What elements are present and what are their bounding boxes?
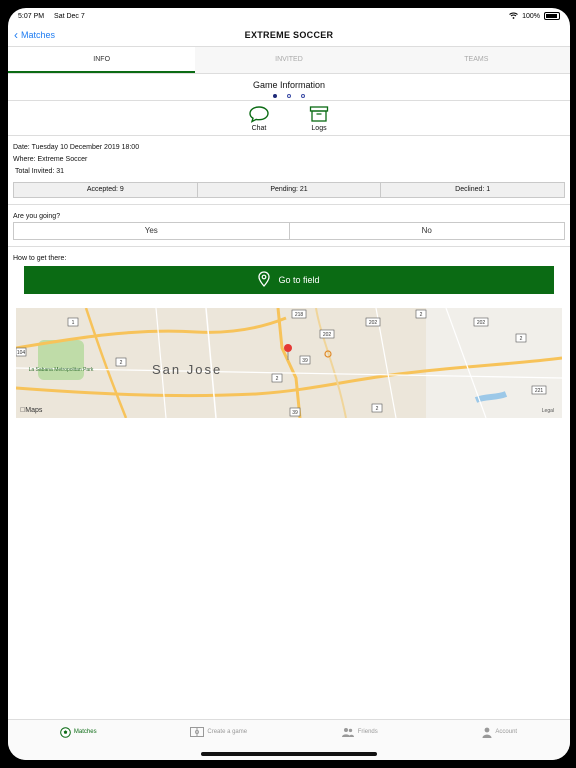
chat-bubble-icon (248, 105, 270, 125)
legal-link[interactable]: Legal (542, 408, 554, 414)
tabbar-matches-label: Matches (73, 729, 97, 735)
soccer-ball-icon (60, 727, 71, 740)
route-shield: 1 (72, 320, 75, 326)
date-label: Date: (13, 144, 30, 151)
battery-percent: 100% (522, 12, 540, 20)
route-shield: 39 (292, 410, 298, 416)
route-shield: 202 (369, 320, 378, 326)
no-button[interactable]: No (290, 223, 565, 239)
park-label: La Sabana Metropolitan Park (29, 367, 94, 373)
yes-button[interactable]: Yes (14, 223, 290, 239)
route-shield: 202 (477, 320, 486, 326)
directions-label: How to get there: (13, 255, 67, 262)
page-indicator[interactable] (8, 94, 570, 98)
route-shield: 221 (535, 388, 544, 394)
segment-tabs: INFO INVITED TEAMS (8, 47, 570, 74)
tab-teams[interactable]: TEAMS (383, 47, 570, 73)
logs-button[interactable]: Logs (308, 105, 330, 132)
tab-invited[interactable]: INVITED (195, 47, 382, 73)
route-shield: 202 (323, 332, 332, 338)
rsvp-question: Are you going? (13, 213, 61, 220)
location-pin-icon (258, 271, 271, 289)
page-title: EXTREME SOCCER (244, 30, 334, 40)
go-to-field-label: Go to field (278, 275, 320, 285)
go-to-field-button[interactable]: Go to field (24, 266, 554, 294)
back-label: Matches (21, 30, 56, 40)
archive-box-icon (308, 105, 330, 125)
where-label: Where: (13, 156, 36, 163)
maps-brand-label: Maps (20, 407, 42, 414)
invited-value: 31 (56, 168, 65, 175)
route-shield: 218 (295, 312, 304, 318)
logs-label: Logs (311, 124, 327, 132)
tabbar-create-game-label: Create a game (207, 729, 248, 735)
back-button[interactable]: ‹ Matches (14, 29, 55, 41)
page-dot[interactable] (287, 94, 291, 98)
person-icon (482, 727, 492, 740)
route-shield: 2 (420, 312, 423, 318)
map-view[interactable]: 1 218 202 202 202 104 2 39 2 2 2 39 2 22… (16, 308, 562, 418)
where-row: Where: Extreme Soccer (13, 154, 565, 166)
invited-row: Total Invited: 31 (13, 166, 565, 178)
tabbar-account[interactable]: Account (430, 720, 571, 760)
route-shield: 39 (302, 358, 308, 364)
chevron-left-icon: ‹ (14, 28, 18, 42)
field-icon (190, 727, 205, 739)
date-value: Tuesday 10 December 2019 18:00 (31, 144, 140, 151)
home-indicator[interactable] (201, 752, 377, 756)
people-icon (341, 727, 355, 739)
maps-brand[interactable]: Maps (20, 407, 42, 414)
action-row: Chat Logs (8, 100, 570, 136)
section-title: Game Information (252, 80, 326, 90)
declined-count: Declined: 1 (455, 186, 491, 193)
route-shield: 2 (120, 360, 123, 366)
date-row: Date: Tuesday 10 December 2019 18:00 (13, 142, 565, 154)
game-details: Date: Tuesday 10 December 2019 18:00 Whe… (8, 136, 570, 178)
chat-button[interactable]: Chat (248, 105, 270, 132)
route-shield: 2 (376, 406, 379, 412)
device-screen: 5:07 PM Sat Dec 7 100% ‹ Matches EXTREME… (8, 8, 570, 760)
rsvp-counts: Accepted: 9 Pending: 21 Declined: 1 (13, 182, 565, 198)
battery-icon (544, 12, 560, 20)
route-shield: 104 (17, 350, 26, 356)
nav-bar: ‹ Matches EXTREME SOCCER (8, 24, 570, 47)
chat-label: Chat (251, 124, 267, 132)
status-date: Sat Dec 7 (54, 12, 85, 20)
tabbar-account-label: Account (495, 729, 518, 735)
tabbar-friends-label: Friends (357, 729, 378, 735)
accepted-count: Accepted: 9 (14, 183, 198, 197)
page-dot[interactable] (273, 94, 277, 98)
status-time: 5:07 PM (18, 12, 45, 20)
wifi-icon (509, 12, 518, 21)
page-dot[interactable] (301, 94, 305, 98)
status-bar: 5:07 PM Sat Dec 7 100% (8, 8, 570, 24)
tab-info[interactable]: INFO (8, 47, 196, 73)
city-label: San Jose (152, 362, 223, 377)
tabbar-matches[interactable]: Matches (8, 720, 149, 760)
route-shield: 2 (276, 376, 279, 382)
rsvp-choice: Yes No (13, 222, 565, 240)
park-area (38, 340, 84, 380)
where-value: Extreme Soccer (37, 156, 88, 163)
route-shield: 2 (520, 336, 523, 342)
map-pin (284, 344, 292, 352)
pending-count: Pending: 21 (198, 183, 382, 197)
map-graphic: 1 218 202 202 202 104 2 39 2 2 2 39 2 22… (16, 308, 562, 418)
invited-label: Total Invited: (15, 168, 55, 175)
